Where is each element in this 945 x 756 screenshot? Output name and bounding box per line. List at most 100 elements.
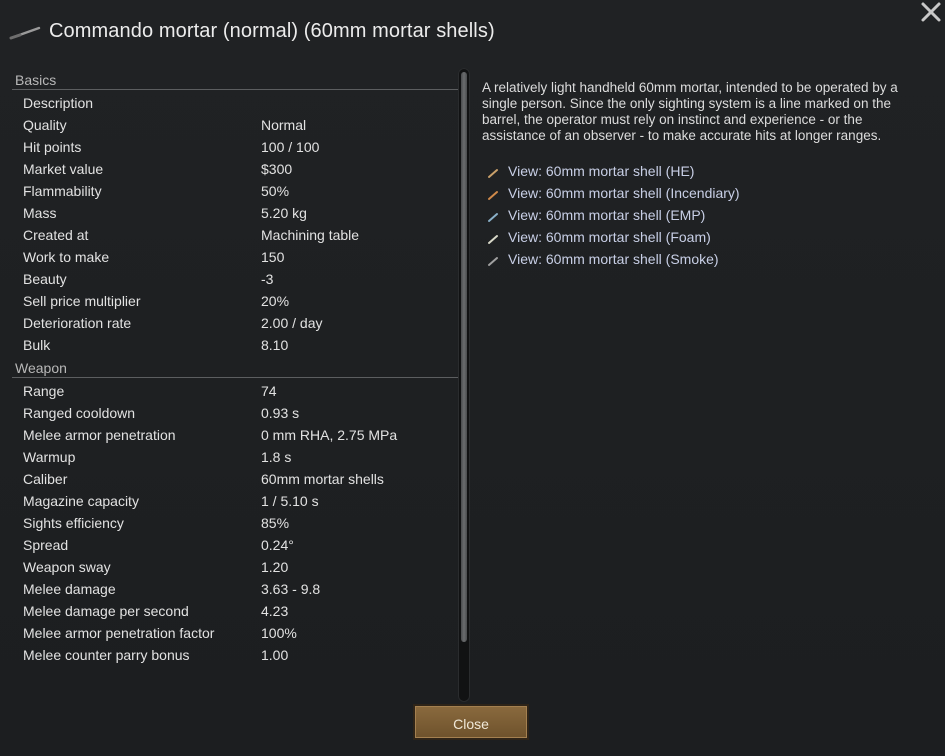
stat-label: Description bbox=[23, 95, 94, 111]
stat-label: Sell price multiplier bbox=[23, 293, 141, 309]
hyperlink-list: View: 60mm mortar shell (HE) View: 60mm m… bbox=[482, 160, 922, 270]
stat-row[interactable]: Flammability 50% bbox=[12, 180, 458, 202]
hyperlink-label: View: 60mm mortar shell (Smoke) bbox=[508, 251, 719, 267]
shell-icon bbox=[485, 208, 503, 222]
section-header: Weapon bbox=[12, 360, 458, 378]
stat-value: 2.00 / day bbox=[261, 315, 323, 331]
item-description: A relatively light handheld 60mm mortar,… bbox=[482, 80, 898, 143]
stat-label: Melee counter parry bonus bbox=[23, 647, 190, 663]
window-title: Commando mortar (normal) (60mm mortar sh… bbox=[49, 19, 495, 42]
stat-row[interactable]: Melee armor penetration 0 mm RHA, 2.75 MP… bbox=[12, 424, 458, 446]
shell-icon bbox=[485, 186, 503, 200]
stats-list: Basics Description Quality Normal Hit points… bbox=[12, 72, 458, 692]
stat-value: 85% bbox=[261, 515, 290, 531]
stat-label: Warmup bbox=[23, 449, 76, 465]
stat-row[interactable]: Bulk 8.10 bbox=[12, 334, 458, 356]
stat-value: 100% bbox=[261, 625, 297, 641]
stat-label: Caliber bbox=[23, 471, 68, 487]
stat-value: 60mm mortar shells bbox=[261, 471, 384, 487]
stat-row[interactable]: Range 74 bbox=[12, 380, 458, 402]
hyperlink-label: View: 60mm mortar shell (HE) bbox=[508, 163, 695, 179]
stat-row[interactable]: Weapon sway 1.20 bbox=[12, 556, 458, 578]
stat-label: Beauty bbox=[23, 271, 67, 287]
stat-value: 20% bbox=[261, 293, 290, 309]
stat-row[interactable]: Mass 5.20 kg bbox=[12, 202, 458, 224]
stat-row[interactable]: Deterioration rate 2.00 / day bbox=[12, 312, 458, 334]
stat-row[interactable]: Hit points 100 / 100 bbox=[12, 136, 458, 158]
stat-row[interactable]: Magazine capacity 1 / 5.10 s bbox=[12, 490, 458, 512]
stat-value: $300 bbox=[261, 161, 293, 177]
stat-row[interactable]: Sights efficiency 85% bbox=[12, 512, 458, 534]
stat-value bbox=[261, 92, 458, 114]
stat-value: 1.8 s bbox=[261, 449, 292, 465]
hyperlink-shell-2[interactable]: View: 60mm mortar shell (EMP) bbox=[482, 204, 922, 226]
stat-value: 74 bbox=[261, 383, 277, 399]
stat-label: Quality bbox=[23, 117, 67, 133]
close-button[interactable]: Close bbox=[413, 704, 529, 740]
stat-row[interactable]: Market value $300 bbox=[12, 158, 458, 180]
stat-row[interactable]: Created at Machining table bbox=[12, 224, 458, 246]
stat-label: Magazine capacity bbox=[23, 493, 139, 509]
stat-value: 150 bbox=[261, 249, 285, 265]
hyperlink-label: View: 60mm mortar shell (EMP) bbox=[508, 207, 706, 223]
hyperlink-label: View: 60mm mortar shell (Foam) bbox=[508, 229, 711, 245]
stat-label: Spread bbox=[23, 537, 69, 553]
stat-label: Weapon sway bbox=[23, 559, 111, 575]
title-bar: Commando mortar (normal) (60mm mortar sh… bbox=[8, 14, 495, 48]
stat-row[interactable]: Melee damage 3.63 - 9.8 bbox=[12, 578, 458, 600]
stat-value: 3.63 - 9.8 bbox=[261, 581, 321, 597]
stat-value: 1.00 bbox=[261, 647, 289, 663]
mortar-icon bbox=[8, 14, 42, 48]
info-dialog: Commando mortar (normal) (60mm mortar sh… bbox=[0, 0, 945, 756]
stat-value: Machining table bbox=[261, 227, 360, 243]
close-icon[interactable] bbox=[919, 0, 943, 24]
stat-row[interactable]: Melee counter parry bonus 1.00 bbox=[12, 644, 458, 666]
description-pane: A relatively light handheld 60mm mortar,… bbox=[482, 80, 922, 270]
stat-label: Deterioration rate bbox=[23, 315, 132, 331]
stat-row[interactable]: Sell price multiplier 20% bbox=[12, 290, 458, 312]
stat-label: Hit points bbox=[23, 139, 82, 155]
stat-value: 0 mm RHA, 2.75 MPa bbox=[261, 427, 398, 443]
stat-label: Work to make bbox=[23, 249, 110, 265]
stat-row[interactable]: Description bbox=[12, 92, 458, 114]
stat-label: Sights efficiency bbox=[23, 515, 124, 531]
stat-label: Flammability bbox=[23, 183, 102, 199]
stat-label: Melee armor penetration bbox=[23, 427, 176, 443]
stat-value: 8.10 bbox=[261, 337, 289, 353]
stat-row[interactable]: Beauty -3 bbox=[12, 268, 458, 290]
stat-value: 5.20 kg bbox=[261, 205, 307, 221]
stat-row[interactable]: Melee damage per second 4.23 bbox=[12, 600, 458, 622]
stat-label: Melee damage bbox=[23, 581, 116, 597]
hyperlink-label: View: 60mm mortar shell (Incendiary) bbox=[508, 185, 740, 201]
stat-value: 1.20 bbox=[261, 559, 289, 575]
hyperlink-shell-1[interactable]: View: 60mm mortar shell (Incendiary) bbox=[482, 182, 922, 204]
shell-icon bbox=[485, 230, 503, 244]
stat-row[interactable]: Caliber 60mm mortar shells bbox=[12, 468, 458, 490]
section-header: Basics bbox=[12, 72, 458, 90]
stat-label: Range bbox=[23, 383, 65, 399]
shell-icon bbox=[485, 252, 503, 266]
stat-row[interactable]: Quality Normal bbox=[12, 114, 458, 136]
stat-value: 4.23 bbox=[261, 603, 289, 619]
stat-row[interactable]: Spread 0.24° bbox=[12, 534, 458, 556]
stat-label: Bulk bbox=[23, 337, 51, 353]
shell-icon bbox=[485, 164, 503, 178]
stat-value: -3 bbox=[261, 271, 274, 287]
scrollbar-thumb[interactable] bbox=[461, 72, 467, 642]
stat-value: 50% bbox=[261, 183, 290, 199]
stat-value: 0.93 s bbox=[261, 405, 300, 421]
stat-row[interactable]: Work to make 150 bbox=[12, 246, 458, 268]
hyperlink-shell-0[interactable]: View: 60mm mortar shell (HE) bbox=[482, 160, 922, 182]
stat-label: Market value bbox=[23, 161, 104, 177]
stat-label: Melee damage per second bbox=[23, 603, 189, 619]
stat-row[interactable]: Ranged cooldown 0.93 s bbox=[12, 402, 458, 424]
scrollbar[interactable] bbox=[458, 68, 470, 702]
stat-row[interactable]: Melee armor penetration factor 100% bbox=[12, 622, 458, 644]
stat-row[interactable]: Warmup 1.8 s bbox=[12, 446, 458, 468]
stat-value: 1 / 5.10 s bbox=[261, 493, 319, 509]
hyperlink-shell-3[interactable]: View: 60mm mortar shell (Foam) bbox=[482, 226, 922, 248]
stat-label: Mass bbox=[23, 205, 57, 221]
hyperlink-shell-4[interactable]: View: 60mm mortar shell (Smoke) bbox=[482, 248, 922, 270]
stat-label: Ranged cooldown bbox=[23, 405, 136, 421]
stat-label: Created at bbox=[23, 227, 89, 243]
